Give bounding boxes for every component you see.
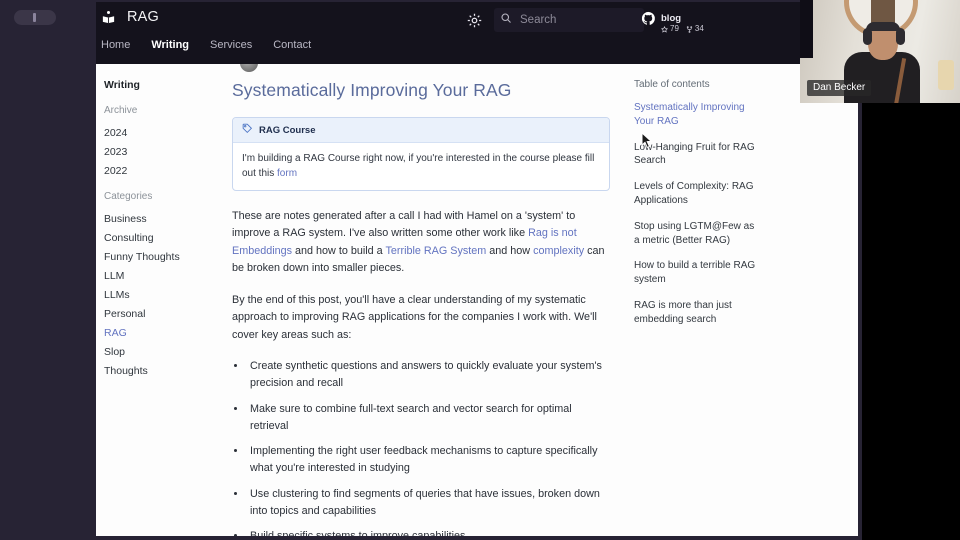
webcam-dark-edge — [800, 0, 813, 58]
site-header: RAG Search blog 79 34 Home Writing Servi… — [96, 2, 858, 64]
rag-course-callout: RAG Course I'm building a RAG Course rig… — [232, 117, 610, 191]
github-stats: 79 34 — [661, 25, 704, 34]
article: Systematically Improving Your RAG RAG Co… — [230, 54, 610, 536]
github-stars: 79 — [661, 25, 679, 34]
paragraph-1-part-2: and how to build a — [292, 244, 386, 257]
sidebar-archive-heading: Archive — [104, 105, 138, 116]
webcam-headphone-left — [863, 28, 872, 45]
github-forks: 34 — [686, 25, 704, 34]
github-repo-link[interactable]: blog 79 34 — [641, 8, 704, 34]
toc-item-levels-of-complexity-rag-applications[interactable]: Levels of Complexity: RAG Applications — [634, 180, 762, 208]
callout-header: RAG Course — [233, 118, 609, 143]
sidebar-item-funny-thoughts[interactable]: Funny Thoughts — [104, 247, 216, 266]
tag-icon — [242, 123, 253, 137]
github-fork-count: 34 — [694, 24, 704, 34]
header-top-row: RAG Search blog 79 34 — [96, 2, 858, 39]
toc-title: Table of contents — [634, 79, 710, 90]
sidebar-item-llm[interactable]: LLM — [104, 266, 216, 285]
sidebar-item-thoughts[interactable]: Thoughts — [104, 361, 216, 380]
nav-item-contact[interactable]: Contact — [273, 39, 311, 51]
toc-item-low-hanging-fruit-for-rag-search[interactable]: Low-Hanging Fruit for RAG Search — [634, 141, 762, 169]
brand-name: RAG — [127, 9, 160, 25]
page-content: Writing Archive 2024 2023 2022 Categorie… — [96, 54, 858, 536]
window-control-pill[interactable] — [14, 10, 56, 25]
left-sidebar: Writing Archive 2024 2023 2022 Categorie… — [104, 79, 216, 380]
participant-name-label: Dan Becker — [807, 80, 872, 96]
github-icon — [641, 11, 656, 31]
paragraph-1-part-3: and how — [486, 244, 534, 257]
link-terrible-rag-system[interactable]: Terrible RAG System — [385, 245, 486, 257]
toc-item-stop-using-lgtm-few-as-a-metric[interactable]: Stop using LGTM@Few as a metric (Better … — [634, 220, 762, 248]
article-paragraph-2: By the end of this post, you'll have a c… — [232, 293, 597, 341]
webcam-headphone-right — [896, 28, 905, 45]
link-complexity[interactable]: complexity — [533, 245, 584, 257]
table-of-contents: Table of contents Systematically Improvi… — [634, 79, 762, 339]
sidebar-item-2024[interactable]: 2024 — [104, 123, 216, 142]
sidebar-divider-space — [104, 180, 216, 191]
sidebar-item-2022[interactable]: 2022 — [104, 161, 216, 180]
list-item: Use clustering to find segments of queri… — [247, 486, 610, 519]
list-item: Make sure to combine full-text search an… — [247, 401, 610, 434]
sidebar-title: Writing — [104, 79, 140, 91]
callout-body: I'm building a RAG Course right now, if … — [233, 143, 609, 190]
sidebar-item-slop[interactable]: Slop — [104, 342, 216, 361]
star-icon — [661, 26, 668, 33]
sidebar-item-personal[interactable]: Personal — [104, 304, 216, 323]
nav-item-writing[interactable]: Writing — [151, 39, 189, 51]
search-input[interactable] — [520, 14, 630, 26]
header-nav-row: Home Writing Services Contact — [96, 39, 858, 64]
toc-item-systematically-improving-your-rag[interactable]: Systematically Improving Your RAG — [634, 101, 762, 129]
page-title: Systematically Improving Your RAG — [232, 80, 512, 100]
sidebar-item-llms[interactable]: LLMs — [104, 285, 216, 304]
paragraph-1-part-1: These are notes generated after a call I… — [232, 210, 576, 240]
sidebar-item-consulting[interactable]: Consulting — [104, 228, 216, 247]
sidebar-item-business[interactable]: Business — [104, 209, 216, 228]
sidebar-item-2023[interactable]: 2023 — [104, 142, 216, 161]
github-meta: blog 79 34 — [661, 8, 704, 34]
nav-item-home[interactable]: Home — [101, 39, 130, 51]
gear-icon[interactable] — [466, 12, 483, 29]
search-box[interactable] — [494, 8, 644, 32]
background-black-panel-lower — [862, 103, 960, 540]
sidebar-categories-heading: Categories — [104, 191, 153, 202]
list-item: Build specific systems to improve capabi… — [247, 528, 610, 536]
book-reader-icon — [101, 10, 116, 25]
article-bullet-list: Create synthetic questions and answers t… — [247, 358, 610, 536]
header-right-controls — [466, 8, 644, 32]
webcam-tile[interactable]: Dan Becker — [800, 0, 960, 103]
toc-item-rag-is-more-than-just-embedding-search[interactable]: RAG is more than just embedding search — [634, 299, 762, 327]
web-page: RAG Search blog 79 34 Home Writing Servi… — [96, 2, 858, 536]
main-nav: Home Writing Services Contact — [101, 39, 311, 51]
toc-item-how-to-build-a-terrible-rag-system[interactable]: How to build a terrible RAG system — [634, 259, 762, 287]
nav-item-services[interactable]: Services — [210, 39, 252, 51]
sidebar-item-rag[interactable]: RAG — [104, 323, 216, 342]
github-star-count: 79 — [670, 24, 679, 34]
search-icon — [500, 11, 512, 29]
article-paragraph-1: These are notes generated after a call I… — [232, 208, 610, 278]
brand[interactable]: RAG — [101, 9, 159, 25]
list-item: Create synthetic questions and answers t… — [247, 358, 610, 391]
github-repo-name: blog — [661, 13, 682, 24]
fork-icon — [686, 26, 693, 33]
callout-heading: RAG Course — [259, 124, 316, 136]
screen: RAG Search blog 79 34 Home Writing Servi… — [0, 0, 960, 540]
list-item: Implementing the right user feedback mec… — [247, 443, 610, 476]
webcam-lamp — [938, 60, 954, 90]
callout-form-link[interactable]: form — [277, 168, 297, 179]
